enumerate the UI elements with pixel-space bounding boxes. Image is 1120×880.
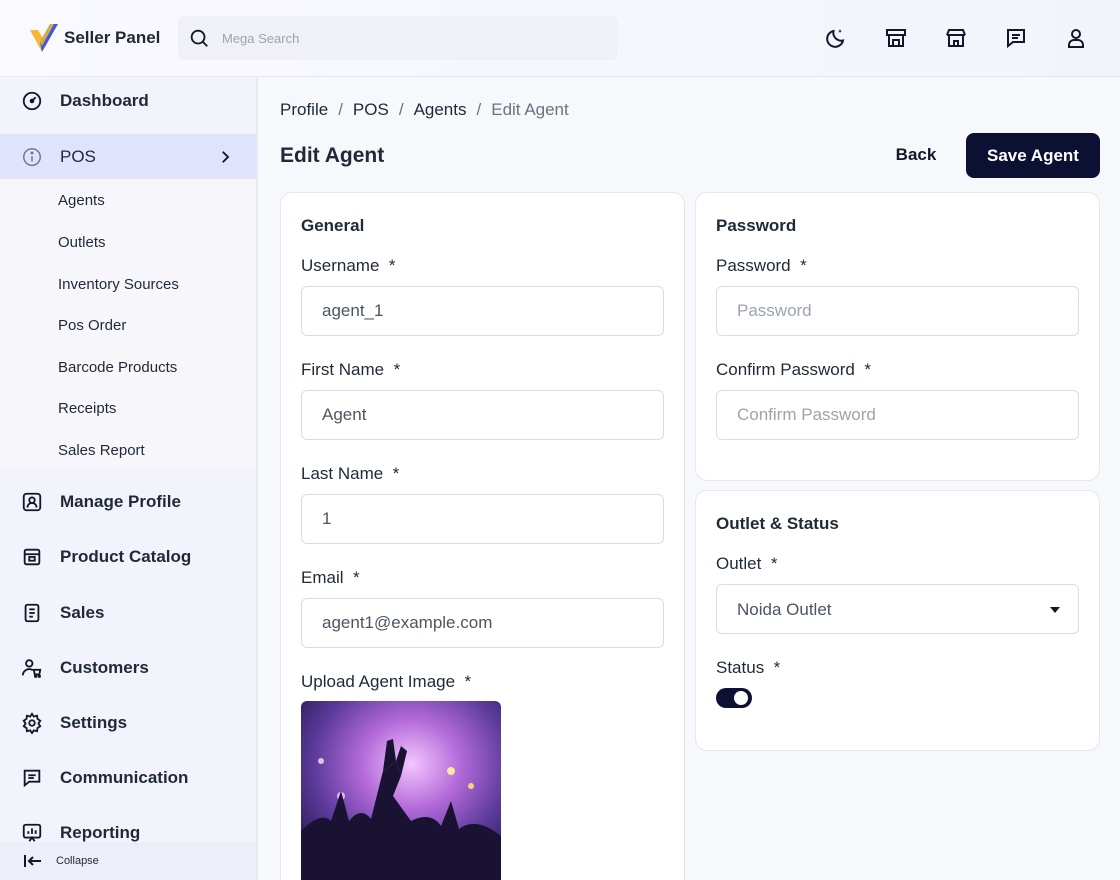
search-placeholder: Mega Search bbox=[222, 31, 300, 46]
search-icon bbox=[190, 29, 208, 47]
sidebar-item-label: Customers bbox=[60, 658, 149, 677]
last-name-label: Last Name * bbox=[301, 464, 400, 483]
brand-title: Seller Panel bbox=[64, 28, 161, 47]
password-card: Password Password * Confirm Password * bbox=[695, 192, 1100, 481]
collapse-arrow-icon bbox=[24, 855, 41, 867]
outlet-select[interactable]: Noida Outlet bbox=[716, 584, 1079, 634]
general-title: General bbox=[301, 216, 365, 235]
collapse-label: Collapse bbox=[56, 855, 99, 867]
email-input[interactable] bbox=[301, 598, 664, 648]
store-icon[interactable] bbox=[884, 26, 908, 50]
confirm-password-label: Confirm Password * bbox=[716, 360, 871, 379]
caret-down-icon bbox=[1050, 607, 1060, 613]
breadcrumb: Profile / POS / Agents / Edit Agent bbox=[280, 100, 569, 120]
outlet-selected-value: Noida Outlet bbox=[737, 600, 832, 619]
sidebar-item-sales[interactable]: Sales bbox=[0, 590, 256, 636]
submenu-item-outlets[interactable]: Outlets bbox=[58, 234, 106, 251]
submenu-item-sales-report[interactable]: Sales Report bbox=[58, 442, 145, 459]
outlet-status-title: Outlet & Status bbox=[716, 514, 839, 533]
profile-icon bbox=[22, 492, 42, 512]
moon-icon[interactable] bbox=[824, 26, 848, 50]
submenu-item-inventory-sources[interactable]: Inventory Sources bbox=[58, 276, 179, 293]
sidebar-item-manage-profile[interactable]: Manage Profile bbox=[0, 479, 256, 525]
info-icon bbox=[23, 148, 41, 166]
upload-image-label: Upload Agent Image * bbox=[301, 672, 472, 691]
sidebar-item-label: Settings bbox=[60, 713, 128, 732]
breadcrumb-separator: / bbox=[476, 100, 482, 119]
sales-icon bbox=[24, 603, 40, 623]
sidebar-item-label: Manage Profile bbox=[60, 492, 181, 511]
shop-icon[interactable] bbox=[944, 26, 968, 50]
breadcrumb-profile[interactable]: Profile bbox=[280, 100, 328, 120]
sidebar-item-label: Product Catalog bbox=[60, 547, 192, 566]
status-toggle[interactable] bbox=[716, 688, 752, 708]
dashboard-icon bbox=[22, 91, 42, 111]
top-header: Seller Panel Mega Search bbox=[0, 0, 1120, 77]
first-name-label: First Name * bbox=[301, 360, 401, 379]
sidebar-item-product-catalog[interactable]: Product Catalog bbox=[0, 534, 256, 580]
general-card: General Username * First Name * Last Nam… bbox=[280, 192, 685, 880]
breadcrumb-current: Edit Agent bbox=[491, 100, 569, 119]
reporting-icon bbox=[22, 823, 42, 842]
breadcrumb-pos[interactable]: POS bbox=[353, 100, 389, 120]
username-label: Username * bbox=[301, 256, 396, 275]
sidebar-item-label: Dashboard bbox=[60, 91, 149, 110]
mega-search[interactable]: Mega Search bbox=[178, 16, 618, 60]
chat-icon bbox=[23, 769, 41, 788]
password-input[interactable] bbox=[716, 286, 1079, 336]
breadcrumb-separator: / bbox=[398, 100, 404, 119]
sidebar: Dashboard POS Agents Outlets Inventory S… bbox=[0, 78, 258, 880]
sidebar-item-label: Reporting bbox=[60, 823, 141, 842]
customers-icon bbox=[21, 659, 42, 678]
pos-submenu: Agents Outlets Inventory Sources Pos Ord… bbox=[0, 179, 256, 467]
logo-icon bbox=[30, 24, 58, 52]
chevron-right-icon bbox=[222, 151, 230, 163]
user-icon[interactable] bbox=[1064, 26, 1088, 50]
sidebar-item-settings[interactable]: Settings bbox=[0, 700, 256, 746]
submenu-item-receipts[interactable]: Receipts bbox=[58, 400, 116, 417]
breadcrumb-separator: / bbox=[338, 100, 343, 119]
last-name-input[interactable] bbox=[301, 494, 664, 544]
sidebar-item-communication[interactable]: Communication bbox=[0, 755, 256, 801]
message-icon[interactable] bbox=[1004, 26, 1028, 50]
sidebar-item-label: Sales bbox=[60, 603, 105, 622]
status-label: Status * bbox=[716, 658, 781, 677]
breadcrumb-agents[interactable]: Agents bbox=[414, 100, 467, 120]
outlet-label: Outlet * bbox=[716, 554, 778, 573]
submenu-item-pos-order[interactable]: Pos Order bbox=[58, 317, 126, 334]
username-input[interactable] bbox=[301, 286, 664, 336]
first-name-input[interactable] bbox=[301, 390, 664, 440]
agent-image-preview[interactable] bbox=[301, 701, 501, 880]
sidebar-item-customers[interactable]: Customers bbox=[0, 645, 256, 691]
page-title: Edit Agent bbox=[280, 144, 385, 167]
outlet-status-card: Outlet & Status Outlet * Noida Outlet St… bbox=[695, 490, 1100, 751]
sidebar-item-label: Communication bbox=[60, 768, 189, 787]
sidebar-item-dashboard[interactable]: Dashboard bbox=[0, 78, 256, 124]
save-agent-button[interactable]: Save Agent bbox=[966, 133, 1100, 178]
confirm-password-input[interactable] bbox=[716, 390, 1079, 440]
sidebar-item-label: POS bbox=[60, 147, 96, 166]
submenu-item-barcode-products[interactable]: Barcode Products bbox=[58, 359, 177, 376]
password-title: Password bbox=[716, 216, 797, 235]
password-label: Password * bbox=[716, 256, 807, 275]
collapse-button[interactable]: Collapse bbox=[0, 842, 256, 880]
gear-icon bbox=[22, 712, 42, 734]
submenu-item-agents[interactable]: Agents bbox=[58, 192, 105, 209]
back-button[interactable]: Back bbox=[880, 134, 952, 176]
catalog-icon bbox=[23, 548, 41, 566]
toggle-knob bbox=[734, 691, 748, 705]
email-label: Email * bbox=[301, 568, 360, 587]
sidebar-item-pos[interactable]: POS bbox=[0, 134, 256, 180]
